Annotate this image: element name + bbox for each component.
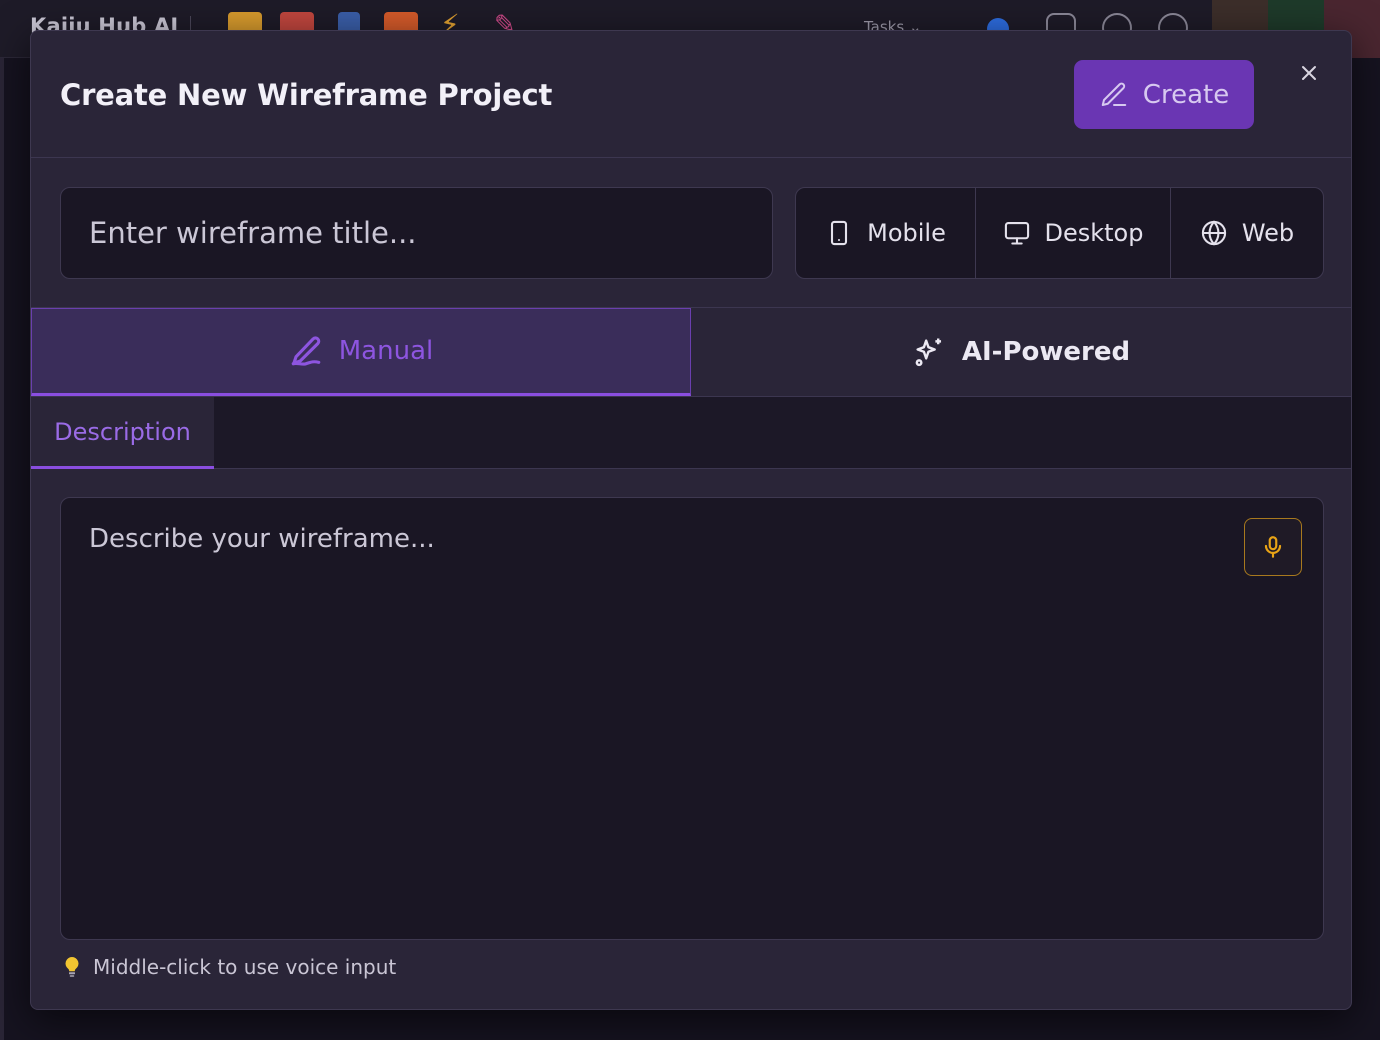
create-label: Create — [1142, 79, 1230, 110]
device-web-label: Web — [1241, 219, 1295, 247]
background-edge — [0, 58, 4, 1040]
create-button[interactable]: Create — [1074, 60, 1254, 129]
voice-input-button[interactable] — [1244, 518, 1302, 576]
device-mobile-button[interactable]: Mobile — [796, 188, 976, 278]
voice-hint: Middle-click to use voice input — [63, 955, 396, 979]
pencil-icon — [1101, 82, 1127, 106]
lightbulb-icon — [65, 957, 79, 977]
create-wireframe-modal: Create New Wireframe Project Create Mobi… — [30, 30, 1352, 1010]
device-desktop-label: Desktop — [1044, 219, 1144, 247]
mode-tabs: Manual AI-Powered — [31, 307, 1351, 397]
mobile-icon — [831, 220, 848, 246]
device-web-button[interactable]: Web — [1171, 188, 1323, 278]
sub-tabs: Description — [31, 397, 1351, 469]
voice-hint-text: Middle-click to use voice input — [93, 955, 397, 979]
device-selector: Mobile Desktop Web — [795, 187, 1324, 279]
device-desktop-button[interactable]: Desktop — [976, 188, 1171, 278]
desktop-icon — [1004, 222, 1029, 245]
tab-manual-label: Manual — [338, 336, 434, 366]
close-icon — [1302, 66, 1316, 80]
sparkles-icon — [915, 338, 941, 367]
device-mobile-label: Mobile — [867, 219, 946, 247]
tab-ai-powered[interactable]: AI-Powered — [691, 308, 1351, 396]
modal-title: Create New Wireframe Project — [60, 78, 553, 112]
tab-description[interactable]: Description — [31, 397, 214, 469]
modal-header: Create New Wireframe Project Create — [31, 31, 1351, 158]
close-button[interactable] — [1297, 61, 1321, 85]
globe-icon — [1201, 220, 1226, 246]
tab-manual[interactable]: Manual — [31, 308, 691, 396]
tab-ai-powered-label: AI-Powered — [961, 337, 1131, 367]
pen-icon — [291, 336, 321, 366]
microphone-icon — [1264, 536, 1282, 558]
wireframe-title-input[interactable] — [60, 187, 773, 279]
description-input[interactable] — [60, 497, 1324, 940]
